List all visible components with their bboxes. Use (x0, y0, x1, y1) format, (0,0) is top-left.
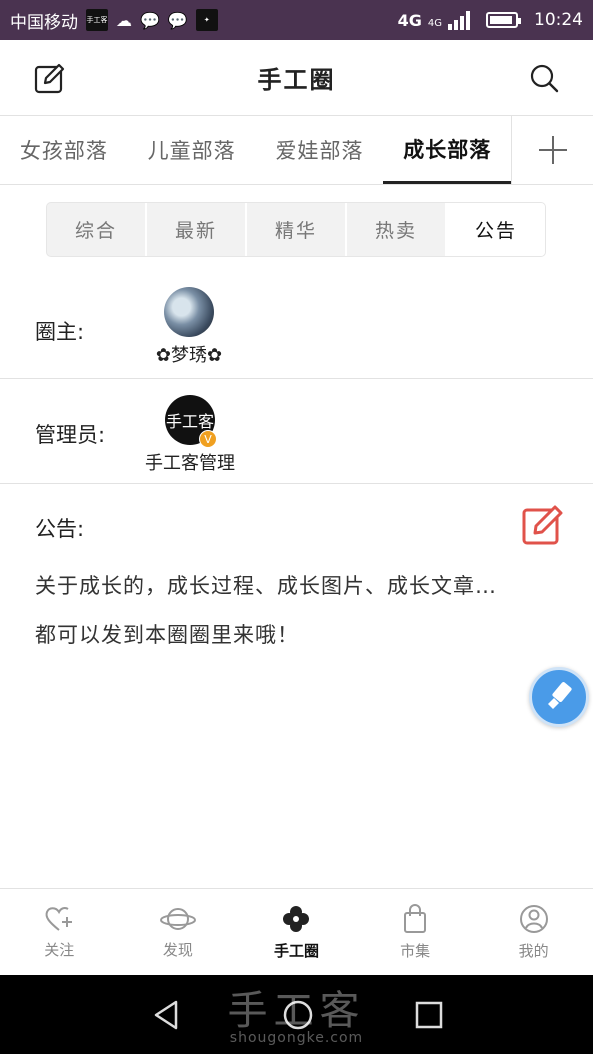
notice-text-line2: 都可以发到本圈圈里来哦！ (35, 623, 299, 647)
app-header: 手工圈 (0, 40, 593, 116)
app-notification-icon-2: ✦ (195, 9, 218, 31)
nav-profile-label: 我的 (518, 941, 549, 960)
owner-name[interactable]: ✿梦琇✿ (156, 341, 222, 367)
owner-profile[interactable]: ✿梦琇✿ (150, 287, 228, 367)
nav-market[interactable]: 市集 (356, 889, 475, 975)
tab-hot-sale[interactable]: 热卖 (347, 203, 447, 256)
nav-market-label: 市集 (400, 941, 431, 960)
avatar[interactable]: 手工客 V (165, 395, 217, 448)
avatar-logo-text: 手工客 (165, 412, 214, 431)
floating-action-button[interactable] (529, 667, 589, 727)
edit-notice-icon[interactable] (520, 502, 566, 548)
pinwheel-icon (283, 905, 310, 932)
tab-announcement[interactable]: 公告 (447, 203, 545, 256)
notice-text-line1: 关于成长的，成长过程、成长图片、成长文章… (35, 574, 497, 598)
back-icon[interactable] (151, 999, 181, 1031)
avatar[interactable] (164, 287, 214, 337)
notice-label: 公告: (35, 517, 85, 541)
owner-label: 圈主: (35, 320, 85, 344)
wechat-icon: 💬 (140, 10, 160, 30)
tab-girls-tribe[interactable]: 女孩部落 (0, 116, 128, 184)
admin-name[interactable]: 手工客管理 (145, 449, 235, 475)
sub-tabs: 综合 最新 精华 热卖 公告 (46, 202, 546, 257)
tab-doll-tribe[interactable]: 爱娃部落 (256, 116, 384, 184)
shopping-bag-icon (404, 903, 427, 933)
tab-general[interactable]: 综合 (47, 203, 147, 256)
home-icon[interactable] (282, 999, 314, 1031)
brush-icon (548, 682, 572, 709)
admin-profile[interactable]: 手工客 V 手工客管理 (140, 395, 240, 475)
admin-row: 管理员: 手工客 V 手工客管理 (0, 379, 593, 484)
admin-label: 管理员: (35, 423, 106, 447)
wechat-icon-2: 💬 (167, 10, 188, 30)
nav-craft-circle-label: 手工圈 (273, 941, 319, 960)
network-type: 4G (397, 10, 422, 30)
nav-craft-circle[interactable]: 手工圈 (237, 889, 356, 975)
tab-growth-tribe[interactable]: 成长部落 (383, 116, 512, 184)
nav-profile[interactable]: 我的 (474, 889, 593, 975)
tribe-tabs: 女孩部落 儿童部落 爱娃部落 成长部落 (0, 116, 593, 185)
page-title: 手工圈 (257, 66, 336, 94)
system-nav-bar (0, 975, 593, 1054)
nav-follow-label: 关注 (44, 940, 75, 959)
tab-kids-tribe[interactable]: 儿童部落 (128, 116, 256, 184)
status-bar: 中国移动 手工客 ☁ 💬 💬 ✦ 4G 4G 10:24 (0, 0, 593, 40)
user-icon (519, 904, 548, 933)
clock: 10:24 (534, 10, 583, 30)
carrier-name: 中国移动 (10, 12, 78, 33)
add-tribe-icon[interactable] (511, 116, 593, 184)
network-type-secondary: 4G (427, 18, 442, 29)
search-icon[interactable] (524, 58, 564, 98)
nav-follow[interactable]: 关注 (0, 889, 119, 975)
battery-icon (486, 12, 521, 28)
tab-featured[interactable]: 精华 (247, 203, 347, 256)
app-notification-icon: 手工客 (86, 9, 108, 31)
recent-apps-icon[interactable] (415, 1001, 443, 1029)
tab-latest[interactable]: 最新 (147, 203, 247, 256)
weather-icon: ☁ (116, 10, 132, 30)
signal-icon (448, 10, 470, 30)
nav-discover-label: 发现 (162, 940, 193, 959)
planet-icon (159, 907, 196, 930)
owner-row: 圈主: ✿梦琇✿ (0, 270, 593, 379)
heart-plus-icon (45, 906, 73, 931)
bottom-nav: 关注 发现 手工圈 市集 我的 (0, 888, 593, 975)
nav-discover[interactable]: 发现 (119, 889, 238, 975)
verified-badge: V (199, 430, 217, 448)
